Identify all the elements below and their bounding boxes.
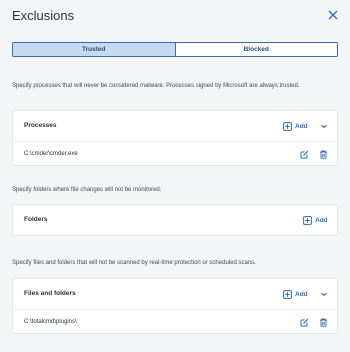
- folders-add-button[interactable]: Add: [303, 214, 328, 226]
- list-item: C:\cmder\cmder.exe: [13, 141, 337, 165]
- processes-add-button[interactable]: Add: [283, 120, 308, 132]
- processes-description: Specify processes that will never be con…: [12, 83, 300, 89]
- add-icon: [283, 289, 292, 299]
- tab-bar: Trusted Blocked: [12, 42, 338, 57]
- folders-description: Specify folders where file changes will …: [12, 187, 162, 193]
- files-and-folders-description: Specify files and folders that will not …: [12, 260, 256, 266]
- dialog-header: Exclusions: [0, 0, 350, 36]
- list-item: C:\totalcmd\plugins\: [13, 309, 337, 333]
- folders-card-header: Folders Add: [13, 205, 337, 235]
- exclusion-path: C:\totalcmd\plugins\: [24, 319, 77, 325]
- add-icon: [303, 215, 312, 225]
- edit-icon[interactable]: [300, 318, 309, 327]
- trash-icon[interactable]: [319, 318, 328, 327]
- processes-add-label: Add: [295, 122, 308, 130]
- add-icon: [283, 121, 292, 131]
- processes-card-header: Processes Add: [13, 111, 337, 141]
- files-and-folders-card-header: Files and folders Add: [13, 279, 337, 309]
- tab-blocked[interactable]: Blocked: [175, 43, 337, 56]
- files-and-folders-add-label: Add: [295, 290, 308, 298]
- dialog-title: Exclusions: [12, 8, 75, 23]
- processes-card: Processes Add C:\cmder\cmder.exe: [12, 110, 338, 166]
- trash-icon[interactable]: [319, 150, 328, 159]
- close-icon[interactable]: [326, 8, 340, 22]
- files-and-folders-card: Files and folders Add C:\totalcmd\plugin…: [12, 278, 338, 334]
- processes-title: Processes: [24, 122, 57, 129]
- edit-icon[interactable]: [300, 150, 309, 159]
- files-and-folders-add-button[interactable]: Add: [283, 288, 308, 300]
- chevron-down-icon[interactable]: [320, 122, 328, 130]
- folders-add-label: Add: [315, 216, 328, 224]
- chevron-down-icon[interactable]: [320, 290, 328, 298]
- folders-card: Folders Add: [12, 204, 338, 236]
- tab-trusted[interactable]: Trusted: [13, 43, 176, 56]
- folders-title: Folders: [24, 216, 48, 223]
- files-and-folders-title: Files and folders: [24, 290, 76, 297]
- process-path: C:\cmder\cmder.exe: [24, 151, 78, 157]
